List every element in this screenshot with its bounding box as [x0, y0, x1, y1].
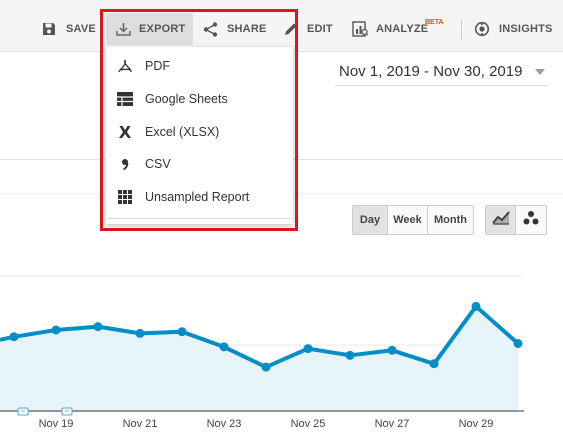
- data-point[interactable]: [471, 301, 481, 311]
- data-point[interactable]: [387, 345, 397, 355]
- bubble-chart-icon: [522, 210, 540, 231]
- motion-chart-button[interactable]: [516, 206, 546, 234]
- x-tick-label: Nov 25: [291, 418, 326, 430]
- edit-label: EDIT: [307, 23, 333, 35]
- analyze-label: ANALYZE: [376, 23, 429, 35]
- insights-icon: [474, 21, 490, 37]
- analyze-icon: [352, 21, 368, 37]
- beta-badge: BETA: [425, 19, 444, 26]
- x-tick-label: Nov 27: [375, 418, 410, 430]
- annotation-highlight-box: [100, 9, 298, 231]
- sessions-chart: Nov 19 Nov 21 Nov 23 Nov 25 Nov 27 Nov 29: [0, 275, 524, 430]
- data-point[interactable]: [303, 344, 313, 354]
- insights-button[interactable]: INSIGHTS: [474, 13, 553, 45]
- annotation-icon[interactable]: [61, 407, 73, 416]
- period-toggle: Day Week Month: [352, 205, 474, 235]
- line-chart-icon: [491, 210, 510, 230]
- save-button[interactable]: SAVE: [42, 13, 96, 45]
- insights-label: INSIGHTS: [499, 23, 553, 35]
- data-point[interactable]: [513, 339, 523, 348]
- series-area: [0, 306, 518, 411]
- line-chart-button[interactable]: [486, 206, 516, 234]
- save-label: SAVE: [66, 23, 96, 35]
- data-point[interactable]: [51, 325, 61, 335]
- x-tick-label: Nov 19: [39, 418, 74, 430]
- month-button[interactable]: Month: [428, 206, 473, 234]
- chevron-down-icon[interactable]: [535, 69, 545, 75]
- x-tick-label: Nov 21: [123, 418, 158, 430]
- x-tick-label: Nov 29: [459, 418, 494, 430]
- data-point[interactable]: [135, 328, 145, 338]
- date-range-selector[interactable]: Nov 1, 2019 - Nov 30, 2019: [335, 58, 548, 86]
- annotation-icon[interactable]: [17, 407, 29, 416]
- data-point[interactable]: [219, 342, 229, 352]
- data-point[interactable]: [261, 362, 271, 372]
- data-point[interactable]: [345, 350, 355, 360]
- week-button[interactable]: Week: [388, 206, 428, 234]
- save-icon: [42, 22, 56, 36]
- chart-view-toggle: [485, 205, 547, 235]
- data-point[interactable]: [9, 332, 19, 342]
- toolbar-divider: [461, 19, 462, 39]
- x-tick-label: Nov 23: [207, 418, 242, 430]
- data-point[interactable]: [429, 359, 439, 369]
- analyze-button[interactable]: ANALYZE: [352, 13, 428, 45]
- day-button[interactable]: Day: [353, 206, 388, 234]
- data-point[interactable]: [93, 322, 103, 332]
- data-point[interactable]: [177, 327, 187, 337]
